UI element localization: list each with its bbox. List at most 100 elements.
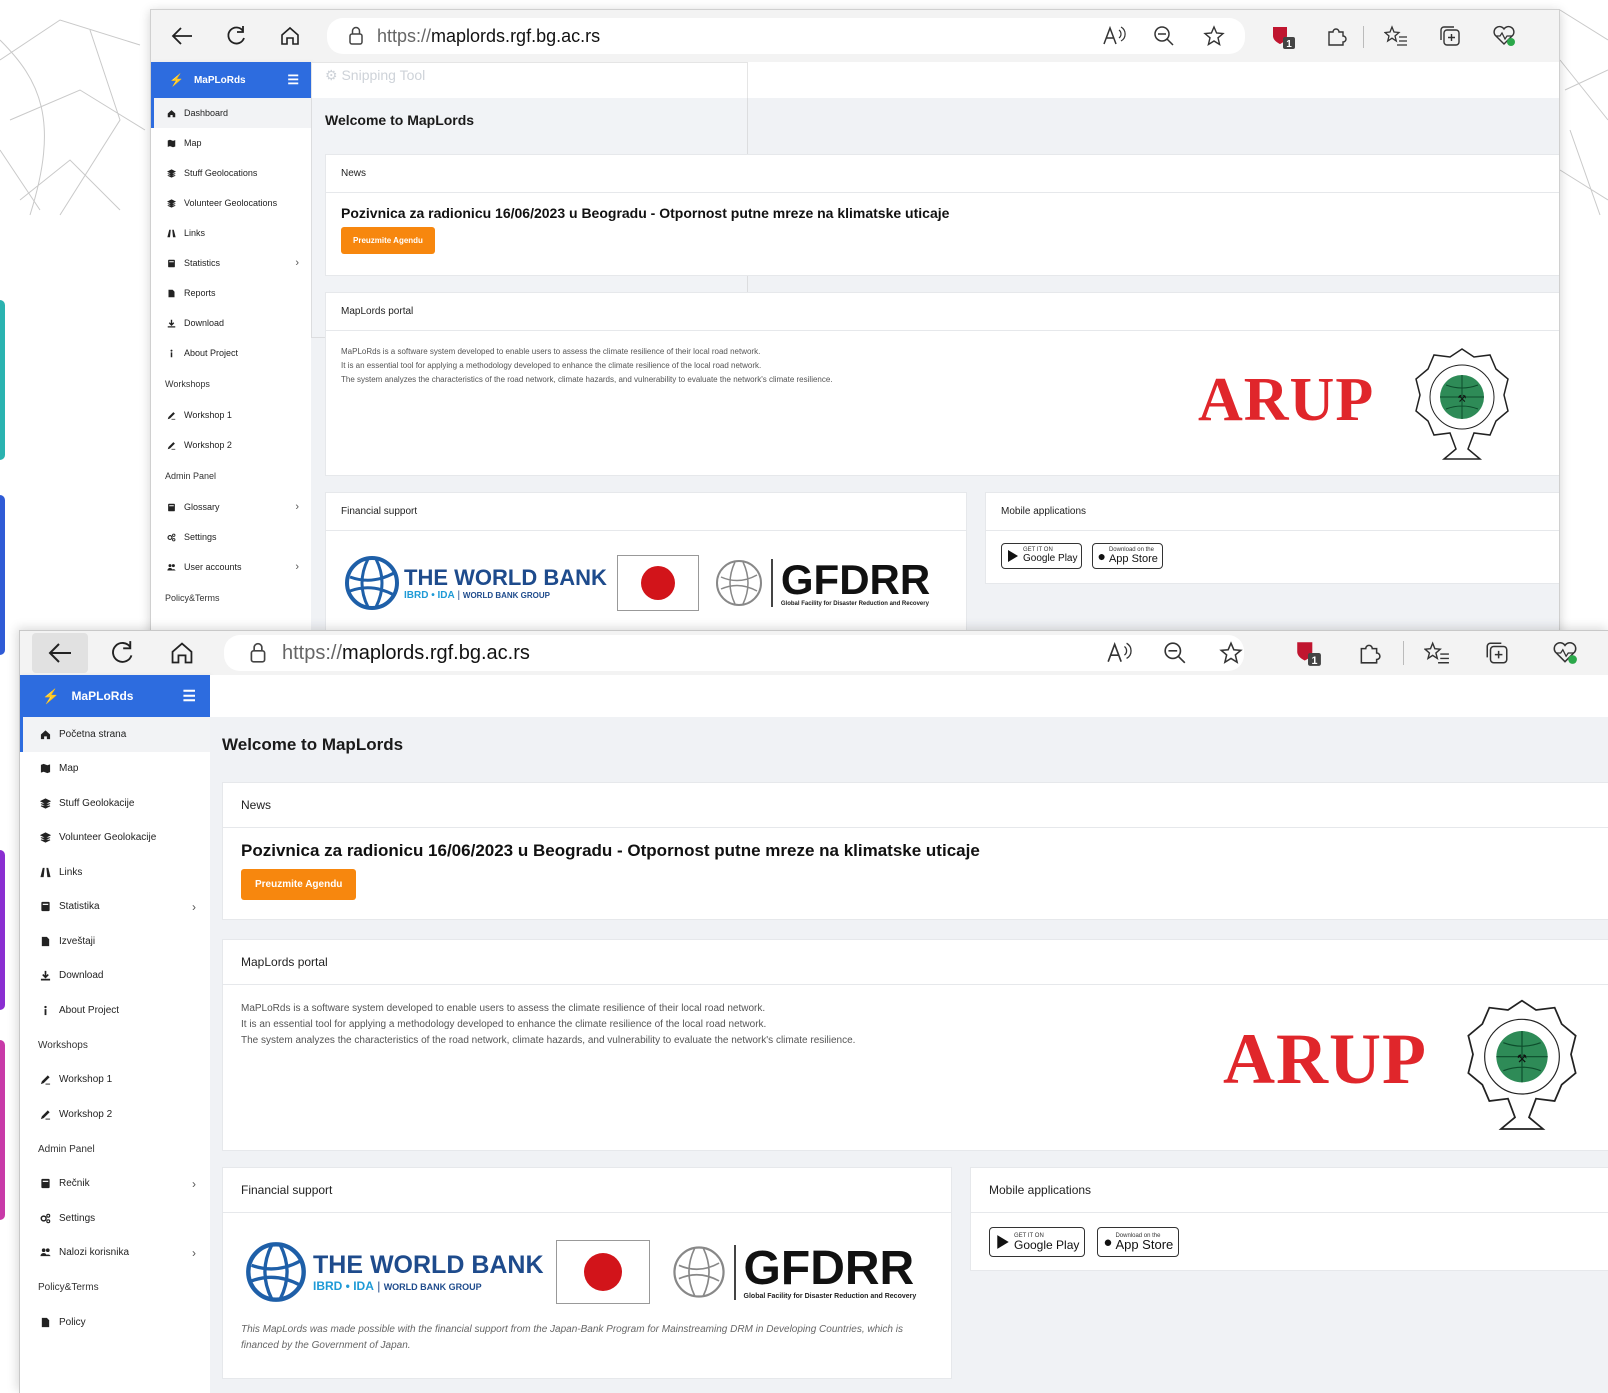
home-button-front[interactable] [164, 635, 200, 671]
download-icon [165, 319, 178, 328]
google-play-badge[interactable]: GET IT ON Google Play [1001, 543, 1083, 569]
sidebar-admin-3-label: Nalozi korisnika [59, 1247, 130, 1259]
svg-text:⚒: ⚒ [1458, 394, 1467, 405]
shield-extension-button-front[interactable]: 1 [1290, 635, 1326, 671]
sidebar-item-9[interactable]: About Project [151, 338, 311, 368]
world-bank-globe-icon [345, 556, 399, 610]
university-seal-icon: ⚒ [1467, 999, 1577, 1130]
favorite-button-front[interactable] [1214, 637, 1248, 669]
collections-icon [1486, 642, 1508, 664]
bolt-icon: ⚡ [42, 687, 60, 704]
portal-line-1: MaPLoRds is a software system developed … [341, 347, 761, 356]
home-button[interactable] [273, 20, 307, 52]
download-agenda-button-front[interactable]: Preuzmite Agendu [241, 869, 357, 900]
home-icon [165, 109, 178, 118]
sidebar-item-8[interactable]: Download [151, 308, 311, 338]
app-store-badge-front[interactable]: ● Download on the App Store [1097, 1227, 1180, 1257]
sidebar-admin-1[interactable]: Glossary › [151, 492, 311, 522]
world-bank-group: WORLD BANK GROUP [462, 590, 551, 600]
sidebar-item-9[interactable]: About Project [20, 993, 210, 1028]
world-bank-name: THE WORLD BANK [404, 564, 607, 590]
sidebar-item-9-label: About Project [59, 1004, 120, 1016]
sidebar-workshop-2[interactable]: Workshop 2 [151, 430, 311, 460]
chevron-right-icon: › [295, 257, 299, 269]
sidebar-item-4[interactable]: Volunteer Geolocations [151, 188, 311, 218]
shield-extension-button[interactable]: 1 [1267, 22, 1299, 52]
back-button[interactable] [165, 20, 199, 52]
world-bank-group-front: WORLD BANK GROUP [383, 1282, 482, 1292]
sidebar-admin-2[interactable]: Settings [151, 522, 311, 552]
read-aloud-button[interactable] [1099, 22, 1129, 50]
file-icon [165, 289, 178, 298]
world-bank-ibrd-front: IBRD • IDA [313, 1279, 374, 1293]
zoom-out-button-front[interactable] [1158, 637, 1192, 669]
sidebar-item-5[interactable]: Links [151, 218, 311, 248]
sidebar-workshop-1[interactable]: Workshop 1 [20, 1063, 210, 1098]
sidebar-item-6[interactable]: Statistika › [20, 890, 210, 925]
refresh-button[interactable] [219, 20, 253, 52]
extensions-puzzle-icon [1328, 28, 1347, 46]
refresh-button-front[interactable] [104, 635, 140, 671]
section-policy-terms: Policy&Terms [38, 1282, 99, 1293]
browser-window-english: https://maplords.rgf.bg.ac.rs 1 ⚡ MaPLoR… [150, 9, 1560, 637]
sidebar-item-8[interactable]: Download [20, 959, 210, 994]
zoom-out-icon [1164, 642, 1186, 664]
toolbar-divider [1363, 26, 1364, 48]
sidebar-item-7[interactable]: Izveštaji [20, 924, 210, 959]
menu-toggle-icon-front[interactable]: ☰ [183, 687, 196, 705]
google-play-badge-front[interactable]: GET IT ON Google Play [989, 1227, 1086, 1257]
download-agenda-button[interactable]: Preuzmite Agendu [341, 227, 435, 254]
menu-toggle-icon[interactable]: ☰ [287, 72, 299, 88]
sidebar-item-1[interactable]: Dashboard [151, 98, 311, 128]
zoom-out-button[interactable] [1149, 22, 1179, 50]
download-icon [38, 970, 53, 981]
sidebar-workshop-1[interactable]: Workshop 1 [151, 400, 311, 430]
brand-bar: ⚡ MaPLoRds ☰ [151, 62, 311, 98]
gfdrr-name: GFDRR [780, 556, 931, 603]
browser-toolbar: https://maplords.rgf.bg.ac.rs 1 [151, 10, 1559, 63]
map-icon [38, 763, 53, 774]
browser-health-button[interactable] [1489, 22, 1519, 50]
url-text: https://maplords.rgf.bg.ac.rs [377, 26, 600, 47]
sidebar-admin-2[interactable]: Settings [20, 1201, 210, 1236]
edit-icon [38, 1109, 53, 1120]
sidebar-admin-3[interactable]: User accounts › [151, 552, 311, 582]
sidebar-item-3[interactable]: Stuff Geolokacije [20, 786, 210, 821]
browser-health-button-front[interactable] [1548, 637, 1582, 669]
section-admin-panel: Admin Panel [165, 471, 217, 481]
favorite-button[interactable] [1199, 22, 1229, 50]
sidebar-item-4[interactable]: Volunteer Geolokacije [20, 821, 210, 856]
back-button-front[interactable] [32, 633, 88, 673]
sidebar-item-7[interactable]: Reports [151, 278, 311, 308]
sidebar-item-6[interactable]: Statistics › [151, 248, 311, 278]
sidebar-item-5[interactable]: Links [20, 855, 210, 890]
favorites-list-button[interactable] [1381, 22, 1411, 50]
sidebar-admin-3[interactable]: Nalozi korisnika › [20, 1236, 210, 1271]
collections-button[interactable] [1435, 22, 1465, 50]
sidebar-item-2[interactable]: Map [151, 128, 311, 158]
cogs-icon [165, 533, 178, 542]
sidebar-workshop-2[interactable]: Workshop 2 [20, 1097, 210, 1132]
sidebar-item-6-label: Statistika [59, 901, 100, 913]
layers-icon [165, 198, 178, 208]
layers-icon [38, 798, 53, 809]
extensions-button[interactable] [1321, 22, 1351, 50]
sidebar-policy[interactable]: Policy [20, 1305, 210, 1340]
sidebar-item-1[interactable]: Početna strana [20, 717, 210, 752]
brand-name: MaPLoRds [193, 74, 246, 86]
sidebar-item-2[interactable]: Map [20, 752, 210, 787]
address-bar-front[interactable]: https://maplords.rgf.bg.ac.rs [224, 635, 1244, 671]
favorites-list-button-front[interactable] [1420, 637, 1454, 669]
chevron-right-icon: › [295, 501, 299, 513]
sidebar-item-5-label: Links [184, 228, 206, 238]
read-aloud-button-front[interactable] [1102, 637, 1136, 669]
zoom-out-icon [1154, 26, 1174, 46]
page-title-front: Welcome to MapLords [222, 735, 404, 754]
collections-button-front[interactable] [1480, 637, 1514, 669]
app-store-badge[interactable]: ● Download on the App Store [1092, 543, 1163, 569]
layers-icon [165, 168, 178, 178]
sidebar-admin-1[interactable]: Rečnik › [20, 1167, 210, 1202]
toolbar-divider-front [1403, 641, 1404, 665]
extensions-button-front[interactable] [1352, 637, 1386, 669]
sidebar-item-3[interactable]: Stuff Geolocations [151, 158, 311, 188]
